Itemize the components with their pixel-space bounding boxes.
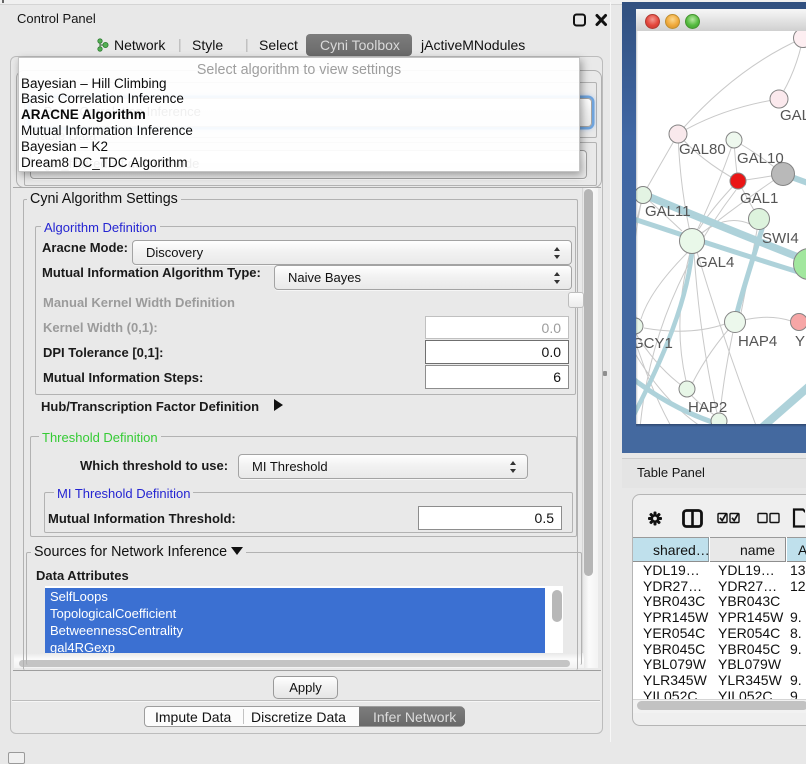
svg-text:HAP2: HAP2 (688, 399, 727, 416)
svg-text:GAL1: GAL1 (740, 190, 778, 207)
svg-text:GCY1: GCY1 (636, 335, 673, 352)
svg-text:GAL10: GAL10 (737, 150, 784, 167)
svg-text:GAL80: GAL80 (679, 141, 726, 158)
svg-text:GAL7: GAL7 (780, 107, 806, 124)
svg-text:GAL4: GAL4 (696, 254, 734, 271)
svg-text:GAL11: GAL11 (645, 203, 691, 220)
svg-text:HAP4: HAP4 (738, 333, 777, 350)
svg-text:SWI4: SWI4 (762, 230, 799, 247)
svg-text:YP: YP (795, 333, 806, 350)
